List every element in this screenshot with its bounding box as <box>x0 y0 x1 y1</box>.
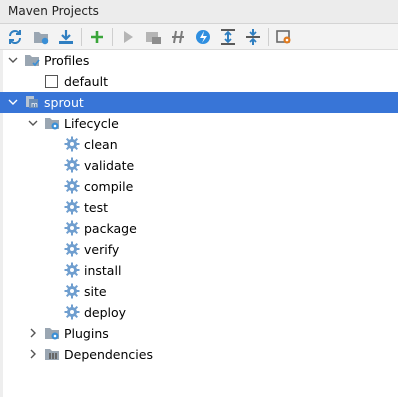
generate-sources-icon[interactable] <box>31 27 51 47</box>
chevron-down-icon[interactable] <box>26 116 40 130</box>
tree-label: site <box>84 284 107 299</box>
tree-node-goal-package[interactable]: package <box>0 218 398 239</box>
skip-tests-icon[interactable] <box>193 27 213 47</box>
gear-icon <box>64 262 80 278</box>
toolbar-separator <box>112 28 113 46</box>
run-icon[interactable] <box>118 27 138 47</box>
tree-label: default <box>64 74 108 89</box>
tree-node-goal-validate[interactable]: validate <box>0 155 398 176</box>
gear-icon <box>64 199 80 215</box>
collapse-all-icon[interactable] <box>243 27 263 47</box>
gear-icon <box>64 304 80 320</box>
tree-node-goal-clean[interactable]: clean <box>0 134 398 155</box>
tree-node-goal-site[interactable]: site <box>0 281 398 302</box>
tree-node-plugins[interactable]: Plugins <box>0 323 398 344</box>
tree-node-goal-compile[interactable]: compile <box>0 176 398 197</box>
gear-icon <box>64 241 80 257</box>
toolbar-separator <box>268 28 269 46</box>
toolbar <box>0 24 398 50</box>
tree-label: test <box>84 200 109 215</box>
toggle-offline-icon[interactable] <box>168 27 188 47</box>
expand-all-icon[interactable] <box>218 27 238 47</box>
tree-label: clean <box>84 137 118 152</box>
svg-text:m: m <box>31 101 38 109</box>
panel-title: Maven Projects <box>8 4 99 18</box>
tree-label: package <box>84 221 137 236</box>
gear-icon <box>64 220 80 236</box>
chevron-right-icon[interactable] <box>26 347 40 361</box>
tree-label: Profiles <box>44 53 90 68</box>
tree-label: compile <box>84 179 134 194</box>
tree-label: sprout <box>44 95 84 110</box>
execute-goal-icon[interactable] <box>143 27 163 47</box>
tree-label: verify <box>84 242 120 257</box>
tree-node-goal-deploy[interactable]: deploy <box>0 302 398 323</box>
profiles-folder-icon <box>24 52 40 68</box>
tree-node-goal-test[interactable]: test <box>0 197 398 218</box>
tree-label: Dependencies <box>64 347 153 362</box>
gear-icon <box>64 178 80 194</box>
maven-project-icon: m <box>24 94 40 110</box>
tree-node-project[interactable]: m sprout <box>0 92 398 113</box>
chevron-right-icon[interactable] <box>26 326 40 340</box>
plugins-folder-icon <box>44 325 60 341</box>
profile-checkbox[interactable] <box>45 75 58 88</box>
tree-node-profiles[interactable]: Profiles <box>0 50 398 71</box>
gear-icon <box>64 283 80 299</box>
add-icon[interactable] <box>87 27 107 47</box>
gear-icon <box>64 136 80 152</box>
tree-node-profile-default[interactable]: default <box>0 71 398 92</box>
chevron-down-icon[interactable] <box>6 53 20 67</box>
tree-label: install <box>84 263 122 278</box>
panel-header: Maven Projects <box>0 0 398 24</box>
download-icon[interactable] <box>56 27 76 47</box>
gear-icon <box>64 157 80 173</box>
tree-node-dependencies[interactable]: Dependencies <box>0 344 398 365</box>
dependencies-folder-icon <box>44 346 60 362</box>
lifecycle-folder-icon <box>44 115 60 131</box>
tree-node-goal-verify[interactable]: verify <box>0 239 398 260</box>
tree-label: Lifecycle <box>64 116 119 131</box>
chevron-down-icon[interactable] <box>6 95 20 109</box>
tree-node-lifecycle[interactable]: Lifecycle <box>0 113 398 134</box>
reimport-icon[interactable] <box>5 27 25 47</box>
tree-node-goal-install[interactable]: install <box>0 260 398 281</box>
tree-label: validate <box>84 158 135 173</box>
tree-label: Plugins <box>64 326 109 341</box>
tree-label: deploy <box>84 305 127 320</box>
settings-icon[interactable] <box>274 27 294 47</box>
toolbar-separator <box>81 28 82 46</box>
